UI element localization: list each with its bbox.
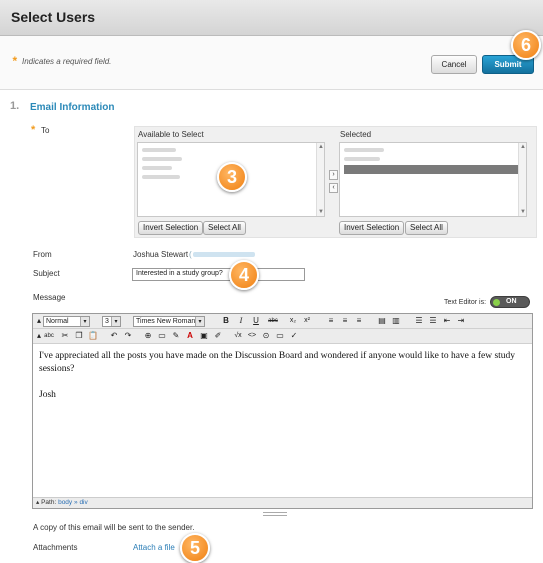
scroll-down-icon[interactable]: ▼ <box>317 208 325 216</box>
available-label: Available to Select <box>138 130 204 139</box>
numbered-list-icon[interactable]: ☰ <box>414 316 424 327</box>
text-editor-toggle[interactable]: ON <box>490 296 530 308</box>
step-badge-6: 6 <box>511 30 541 60</box>
message-label: Message <box>33 293 66 302</box>
strikethrough-icon[interactable]: abc <box>266 316 280 327</box>
format-select[interactable]: Normal <box>43 316 90 327</box>
collapse-path-icon[interactable]: ▴ <box>36 499 39 506</box>
selected-users-list[interactable]: ▲ ▼ <box>339 142 527 217</box>
step-badge-4: 4 <box>229 260 259 290</box>
outdent-icon[interactable]: ⇤ <box>442 316 452 327</box>
check-icon[interactable]: ✓ <box>289 331 299 342</box>
text-color-icon[interactable]: A <box>185 331 195 342</box>
subject-input[interactable]: Interested in a study group? <box>132 268 305 281</box>
html-code-icon[interactable]: <> <box>247 331 257 342</box>
subscript-icon[interactable]: x₂ <box>288 316 298 327</box>
list-scrollbar[interactable]: ▲ ▼ <box>316 143 324 216</box>
mashup-icon[interactable]: ⊙ <box>261 331 271 342</box>
move-right-button[interactable]: › <box>329 170 338 180</box>
required-note: * Indicates a required field. <box>12 54 112 68</box>
list-scrollbar[interactable]: ▲ ▼ <box>518 143 526 216</box>
toggle-on-icon <box>493 299 500 306</box>
highlight-icon[interactable]: ✐ <box>213 331 223 342</box>
page-header: Select Users <box>0 0 543 36</box>
scroll-down-icon[interactable]: ▼ <box>519 208 527 216</box>
image-icon[interactable]: ▣ <box>199 331 209 342</box>
from-email-redacted <box>193 252 255 257</box>
indent-icon[interactable]: ⇥ <box>456 316 466 327</box>
copy-icon[interactable]: ❐ <box>74 331 84 342</box>
cut-icon[interactable]: ✂ <box>60 331 70 342</box>
align-right-icon[interactable]: ≡ <box>354 316 364 327</box>
pencil-icon[interactable]: ✎ <box>171 331 181 342</box>
path-div-link[interactable]: div <box>79 499 87 506</box>
from-email: ( <box>189 250 192 259</box>
message-paragraph: I've appreciated all the posts you have … <box>39 351 516 374</box>
redo-icon[interactable]: ↷ <box>123 331 133 342</box>
paste-word-icon[interactable]: ▥ <box>391 316 401 327</box>
attachments-label: Attachments <box>33 543 78 552</box>
list-item[interactable] <box>344 148 526 155</box>
math-icon[interactable]: √x <box>233 331 243 342</box>
font-family-select[interactable]: Times New Roman <box>133 316 205 327</box>
align-left-icon[interactable]: ≡ <box>326 316 336 327</box>
unlink-icon[interactable]: ▭ <box>157 331 167 342</box>
collapse-toolbar-icon[interactable]: ▴ <box>34 331 44 342</box>
from-label: From <box>33 250 52 259</box>
section-title: Email Information <box>30 102 115 113</box>
step-badge-3: 3 <box>217 162 247 192</box>
invert-selection-selected-button[interactable]: Invert Selection <box>339 221 405 235</box>
required-star-icon: * <box>31 124 36 136</box>
paste-text-icon[interactable]: ▤ <box>377 316 387 327</box>
text-editor-label: Text Editor is: <box>444 299 487 306</box>
superscript-icon[interactable]: x² <box>302 316 312 327</box>
undo-icon[interactable]: ↶ <box>109 331 119 342</box>
link-icon[interactable]: ⊕ <box>143 331 153 342</box>
list-item[interactable] <box>344 157 526 164</box>
message-signature: Josh <box>39 390 56 400</box>
select-all-selected-button[interactable]: Select All <box>405 221 448 235</box>
editor-toolbar-2: ▴ abc ✂ ❐ 📋 ↶ ↷ ⊕ ▭ ✎ A ▣ ✐ √x <> ⊙ ▭ ✓ <box>33 329 532 344</box>
scroll-up-icon[interactable]: ▲ <box>519 143 527 151</box>
select-all-available-button[interactable]: Select All <box>203 221 246 235</box>
page-title: Select Users <box>11 9 96 25</box>
editor-path-bar: ▴ Path: body » div <box>33 497 532 508</box>
from-name: Joshua Stewart <box>133 250 189 259</box>
bullet-list-icon[interactable]: ☰ <box>428 316 438 327</box>
list-item[interactable] <box>142 148 320 155</box>
paste-icon[interactable]: 📋 <box>88 331 98 342</box>
editor-toolbar-1: ▴ Normal 3 Times New Roman B I U abc x₂ … <box>33 314 532 329</box>
required-star-icon: * <box>12 54 17 68</box>
path-body-link[interactable]: body <box>58 499 72 506</box>
copy-note: A copy of this email will be sent to the… <box>33 523 195 532</box>
move-left-button[interactable]: ‹ <box>329 183 338 193</box>
selected-list-item[interactable] <box>344 165 518 174</box>
subject-label: Subject <box>33 269 60 278</box>
editor-content[interactable]: I've appreciated all the posts you have … <box>39 350 527 402</box>
preview-icon[interactable]: ▭ <box>275 331 285 342</box>
scroll-up-icon[interactable]: ▲ <box>317 143 325 151</box>
attach-file-link[interactable]: Attach a file <box>133 543 175 552</box>
step-badge-5: 5 <box>180 533 210 563</box>
selected-label: Selected <box>340 130 372 139</box>
spellcheck-icon[interactable]: abc <box>44 331 54 342</box>
align-center-icon[interactable]: ≡ <box>340 316 350 327</box>
underline-icon[interactable]: U <box>251 316 261 327</box>
font-size-select[interactable]: 3 <box>102 316 121 327</box>
cancel-button[interactable]: Cancel <box>431 55 477 74</box>
bold-icon[interactable]: B <box>221 316 231 327</box>
editor-resize-handle[interactable] <box>263 512 287 516</box>
message-editor[interactable]: ▴ Normal 3 Times New Roman B I U abc x₂ … <box>32 313 533 509</box>
section-number: 1. <box>10 100 20 112</box>
italic-icon[interactable]: I <box>236 316 246 327</box>
required-note-text: Indicates a required field. <box>22 57 112 66</box>
invert-selection-available-button[interactable]: Invert Selection <box>138 221 204 235</box>
